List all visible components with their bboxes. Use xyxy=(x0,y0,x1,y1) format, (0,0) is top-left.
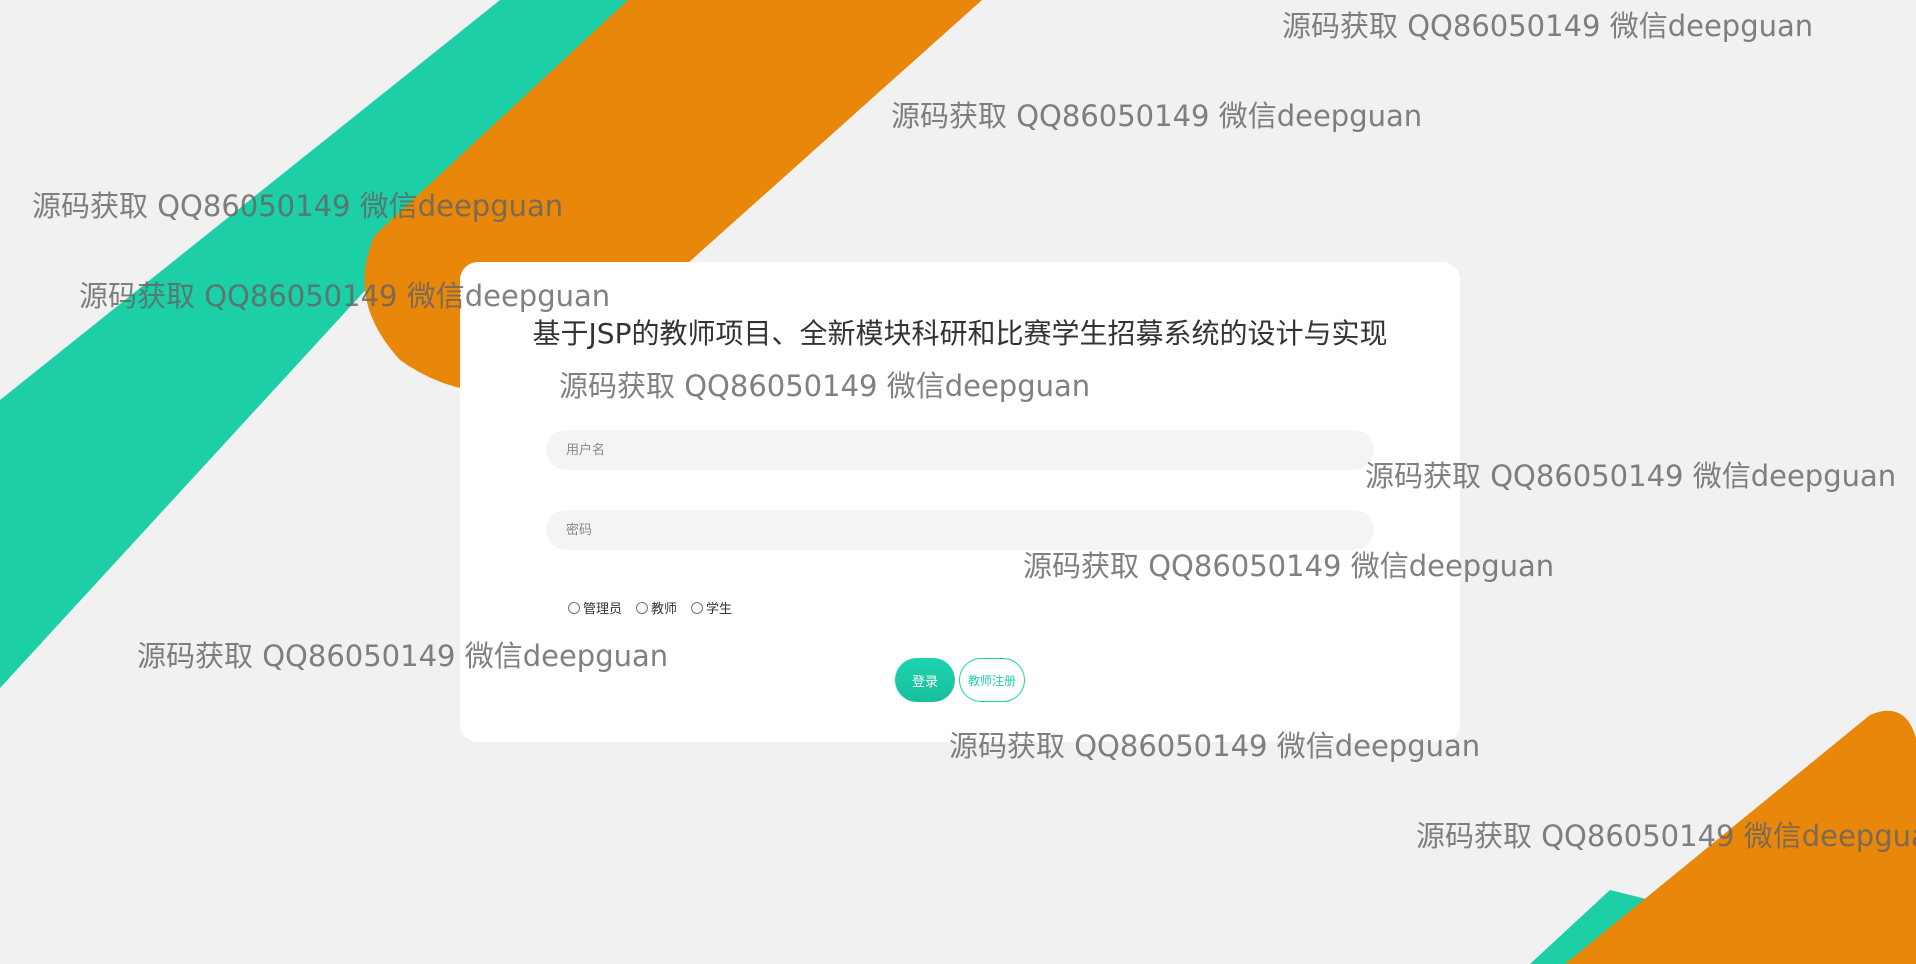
login-button[interactable]: 登录 xyxy=(895,658,955,702)
role-option-student[interactable]: 学生 xyxy=(691,598,732,617)
orange-stripe-bottom-right xyxy=(1565,710,1916,964)
role-selector: 管理员 教师 学生 xyxy=(568,598,732,617)
username-input[interactable] xyxy=(546,430,1374,470)
role-option-teacher[interactable]: 教师 xyxy=(636,598,677,617)
teacher-register-button[interactable]: 教师注册 xyxy=(959,658,1025,702)
page-title: 基于JSP的教师项目、全新模块科研和比赛学生招募系统的设计与实现 xyxy=(532,317,1388,350)
password-input[interactable] xyxy=(546,510,1374,550)
role-label-admin: 管理员 xyxy=(583,602,623,617)
role-label-student: 学生 xyxy=(706,602,733,617)
role-label-teacher: 教师 xyxy=(651,602,678,617)
role-option-admin[interactable]: 管理员 xyxy=(568,598,622,617)
role-radio-student[interactable] xyxy=(691,601,704,614)
role-radio-admin[interactable] xyxy=(568,601,580,614)
login-card: 基于JSP的教师项目、全新模块科研和比赛学生招募系统的设计与实现 管理员 教师 … xyxy=(460,262,1460,742)
role-radio-teacher[interactable] xyxy=(636,601,649,614)
action-buttons: 登录 教师注册 xyxy=(460,658,1460,702)
